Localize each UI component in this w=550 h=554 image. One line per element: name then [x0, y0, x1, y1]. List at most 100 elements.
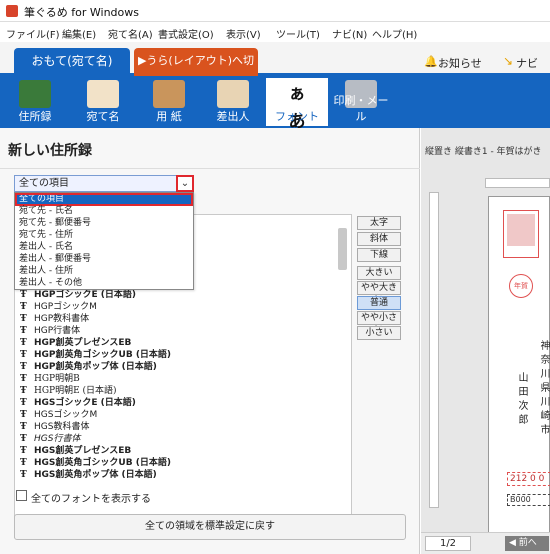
bold-button[interactable]: 太字: [357, 216, 401, 230]
font-item[interactable]: Ŧ HGS教科書体: [20, 422, 89, 433]
truetype-icon: Ŧ: [20, 410, 27, 420]
tool-paper[interactable]: 用 紙: [138, 78, 200, 126]
main-toolbar: 住所録 宛て名 用 紙 差出人 ぁあ フォント 印刷・メール: [0, 76, 550, 132]
font-item[interactable]: Ŧ HGPゴシックE (日本語): [20, 290, 136, 301]
menu-edit[interactable]: 編集(E): [62, 26, 96, 41]
font-item[interactable]: Ŧ HGS創英角ポップ体 (日本語): [20, 470, 157, 481]
truetype-icon: Ŧ: [20, 386, 27, 396]
postmark: 年賀: [509, 274, 533, 298]
menu-help[interactable]: ヘルプ(H): [372, 26, 417, 41]
menu-bar: ファイル(F) 編集(E) 宛て名(A) 書式設定(O) 表示(V) ツール(T…: [0, 22, 550, 42]
truetype-icon: Ŧ: [20, 314, 27, 324]
bell-icon: 🔔: [424, 55, 438, 68]
paper-icon: [153, 80, 185, 108]
dropdown-option[interactable]: 全ての項目: [15, 193, 193, 206]
chevron-down-icon[interactable]: ⌄: [176, 175, 194, 192]
font-item[interactable]: Ŧ HGSゴシックE (日本語): [20, 398, 136, 409]
dropdown-option[interactable]: 宛て先 - 氏名: [16, 206, 192, 217]
prev-page-button[interactable]: ◀ 前へ: [505, 536, 549, 551]
size-small-button[interactable]: 小さい: [357, 326, 401, 340]
truetype-icon: Ŧ: [20, 422, 27, 432]
tool-print-mail[interactable]: 印刷・メール: [330, 78, 392, 126]
tool-address-label[interactable]: 宛て名: [72, 78, 134, 126]
font-settings-panel: 新しい住所録 Ŧ HGPゴシックE (日本語) Ŧ HGPゴシックM Ŧ HGP教科書…: [0, 128, 420, 554]
font-list-scrollbar[interactable]: [338, 228, 347, 270]
menu-navi[interactable]: ナビ(N): [332, 26, 367, 41]
navi-link[interactable]: ナビ: [516, 55, 538, 71]
font-item[interactable]: Ŧ HGP明朝E (日本語): [20, 386, 117, 397]
tool-address-book[interactable]: 住所録: [4, 78, 66, 126]
notice-link[interactable]: お知らせ: [438, 55, 482, 71]
field-dropdown-list: 全ての項目 宛て先 - 氏名 宛て先 - 郵便番号 宛て先 - 住所 差出人 -…: [14, 192, 194, 290]
sender-zip-lower: B000: [507, 494, 550, 506]
recipient-name: 山田次郎: [516, 372, 527, 428]
stamp-art: [507, 214, 535, 246]
ruler-horizontal: [485, 178, 550, 188]
page-number: 1/2: [425, 536, 471, 551]
font-item[interactable]: Ŧ HGP教科書体: [20, 314, 89, 325]
title-bar: 筆ぐるめ for Windows: [0, 0, 550, 22]
size-normal-button[interactable]: 普通: [357, 296, 401, 310]
dropdown-option[interactable]: 差出人 - 氏名: [16, 242, 192, 253]
field-select[interactable]: 全ての項目: [14, 175, 194, 192]
dropdown-option[interactable]: 差出人 - その他: [16, 278, 192, 289]
truetype-icon: Ŧ: [20, 398, 27, 408]
font-item[interactable]: Ŧ HGP創英プレゼンスEB: [20, 338, 131, 349]
size-slightly-small-button[interactable]: やや小さい: [357, 311, 401, 335]
preview-panel: 縦置き 縦書き1 - 年賀はがき: [421, 128, 550, 554]
menu-file[interactable]: ファイル(F): [6, 26, 60, 41]
truetype-icon: Ŧ: [20, 446, 27, 456]
font-item[interactable]: Ŧ HGPゴシックM: [20, 302, 97, 313]
truetype-icon: Ŧ: [20, 470, 27, 480]
divider: [0, 168, 420, 169]
font-item[interactable]: Ŧ HGP創英角ゴシックUB (日本語): [20, 350, 171, 361]
truetype-icon: Ŧ: [20, 458, 27, 468]
sender-icon: [217, 80, 249, 108]
truetype-icon: Ŧ: [20, 302, 27, 312]
size-large-button[interactable]: 大きい: [357, 266, 401, 280]
size-slightly-large-button[interactable]: やや大きい: [357, 281, 401, 305]
dropdown-option[interactable]: 宛て先 - 住所: [16, 230, 192, 241]
font-item[interactable]: Ŧ HGS行書体: [20, 434, 80, 445]
dropdown-option[interactable]: 宛て先 - 郵便番号: [16, 218, 192, 229]
ruler-vertical: [429, 192, 439, 508]
tool-font[interactable]: ぁあ フォント: [266, 78, 328, 132]
italic-button[interactable]: 斜体: [357, 232, 401, 246]
underline-button[interactable]: 下線: [357, 248, 401, 262]
menu-tools[interactable]: ツール(T): [276, 26, 320, 41]
tab-switch-back[interactable]: ▶うら(レイアウト)へ切替: [134, 48, 258, 93]
truetype-icon: Ŧ: [20, 434, 27, 444]
app-icon: [6, 5, 18, 17]
dropdown-option[interactable]: 差出人 - 郵便番号: [16, 254, 192, 265]
truetype-icon: Ŧ: [20, 290, 27, 300]
preview-layout-label: 縦置き 縦書き1 - 年賀はがき: [425, 147, 542, 157]
truetype-icon: Ŧ: [20, 350, 27, 360]
page-navigator: 1/2 ◀ 前へ: [421, 532, 550, 554]
window-title: 筆ぐるめ for Windows: [24, 6, 140, 19]
font-item[interactable]: Ŧ HGS創英角ゴシックUB (日本語): [20, 458, 171, 469]
font-item[interactable]: Ŧ HGP行書体: [20, 326, 80, 337]
address-text: 神奈川県川崎市: [538, 340, 549, 438]
font-item[interactable]: Ŧ HGP創英角ポップ体 (日本語): [20, 362, 157, 373]
navi-icon: ↘: [503, 54, 514, 68]
tab-front[interactable]: おもて(宛て名): [14, 48, 130, 76]
font-item[interactable]: Ŧ HGP明朝B: [20, 374, 80, 385]
font-item[interactable]: Ŧ HGS創英プレゼンスEB: [20, 446, 131, 457]
menu-address[interactable]: 宛て名(A): [108, 26, 153, 41]
sender-zip: 212 0 0: [507, 472, 550, 486]
menu-format[interactable]: 書式設定(O): [158, 26, 214, 41]
truetype-icon: Ŧ: [20, 362, 27, 372]
address-book-icon: [19, 80, 51, 108]
page-title: 新しい住所録: [8, 143, 92, 159]
reset-defaults-button[interactable]: 全ての領域を標準設定に戻す: [14, 514, 406, 540]
truetype-icon: Ŧ: [20, 326, 27, 336]
show-all-fonts-checkbox[interactable]: [16, 490, 27, 501]
font-item[interactable]: Ŧ HGSゴシックM: [20, 410, 97, 421]
mode-tab-bar: おもて(宛て名) ▶うら(レイアウト)へ切替 🔔 お知らせ ↘ ナビ: [0, 42, 550, 93]
dropdown-option[interactable]: 差出人 - 住所: [16, 266, 192, 277]
tool-sender[interactable]: 差出人: [202, 78, 264, 126]
truetype-icon: Ŧ: [20, 338, 27, 348]
truetype-icon: Ŧ: [20, 374, 27, 384]
font-icon: ぁあ: [288, 84, 306, 132]
menu-view[interactable]: 表示(V): [226, 26, 261, 41]
